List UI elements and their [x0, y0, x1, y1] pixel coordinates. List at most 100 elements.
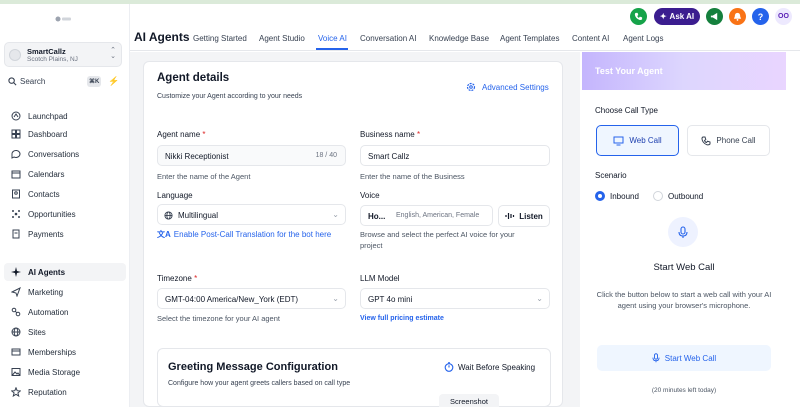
sidebar-item-memberships[interactable]: Memberships — [4, 343, 126, 361]
account-name: SmartCallz — [27, 47, 66, 56]
tab-agent-studio[interactable]: Agent Studio — [259, 34, 305, 43]
megaphone-icon — [710, 12, 718, 21]
listen-button[interactable]: Listen — [498, 205, 550, 227]
agent-name-field[interactable]: Nikki Receptionist 18 / 40 — [157, 145, 346, 166]
microphone-icon — [678, 225, 688, 238]
sidebar-item-automation[interactable]: Automation — [4, 303, 126, 321]
microphone-badge — [668, 217, 698, 247]
business-name-label: Business name * — [360, 130, 421, 139]
active-tab-indicator — [316, 48, 348, 50]
sidebar-item-reputation[interactable]: Reputation — [4, 383, 126, 401]
contacts-icon — [9, 189, 23, 199]
chevron-down-icon: ⌄ — [536, 294, 543, 303]
voice-hint-line-1: Browse and select the perfect AI voice f… — [360, 230, 515, 239]
sidebar-item-label: Contacts — [28, 189, 60, 199]
inbound-radio[interactable]: Inbound — [595, 191, 639, 201]
chevron-updown-icon: ⌃ ⌄ — [110, 47, 116, 60]
sidebar-item-payments[interactable]: Payments — [4, 225, 126, 243]
image-icon — [9, 367, 23, 377]
timezone-select[interactable]: GMT-04:00 America/New_York (EDT) ⌄ — [157, 288, 346, 309]
agent-details-subtitle: Customize your Agent according to your n… — [157, 93, 303, 100]
phone-icon — [701, 136, 711, 145]
tab-agent-logs[interactable]: Agent Logs — [623, 34, 663, 43]
help-icon: ? — [757, 11, 764, 22]
opportunities-icon — [9, 209, 23, 219]
listen-label: Listen — [519, 211, 543, 221]
minutes-remaining: (20 minutes left today) — [651, 387, 717, 394]
sidebar-item-launchpad[interactable]: Launchpad — [4, 107, 126, 125]
account-switcher[interactable]: SmartCallz Scotch Plains, NJ ⌃ ⌄ — [4, 42, 122, 67]
sidebar-item-label: Calendars — [28, 169, 65, 179]
voice-hint-line-2: project — [360, 241, 383, 250]
search-icon — [8, 77, 17, 86]
sidebar-item-opportunities[interactable]: Opportunities — [4, 205, 126, 223]
advanced-settings-label: Advanced Settings — [482, 82, 549, 92]
sidebar-item-label: Memberships — [28, 347, 77, 357]
tab-getting-started[interactable]: Getting Started — [193, 34, 247, 43]
start-web-call-description: Click the button below to start a web ca… — [596, 290, 772, 310]
advanced-settings-link[interactable]: Advanced Settings — [466, 82, 549, 92]
post-call-translation-link[interactable]: 文A Enable Post-Call Translation for the … — [157, 229, 331, 240]
sidebar-item-marketing[interactable]: Marketing — [4, 283, 126, 301]
calendar-icon — [9, 169, 23, 179]
timezone-value: GMT-04:00 America/New_York (EDT) — [165, 295, 299, 304]
top-tabs: AI Agents Getting Started Agent Studio V… — [130, 25, 800, 51]
sidebar-item-sites[interactable]: Sites — [4, 323, 126, 341]
search-shortcut: ⌘K — [87, 76, 102, 87]
agent-name-label: Agent name * — [157, 130, 206, 139]
business-name-hint: Enter the name of the Business — [360, 172, 465, 181]
phone-call-option[interactable]: Phone Call — [687, 125, 770, 156]
sidebar-item-ai-agents[interactable]: AI Agents — [4, 263, 126, 281]
radio-selected-icon — [595, 191, 605, 201]
help-button[interactable]: ? — [752, 8, 769, 25]
wait-before-speaking-toggle[interactable]: Wait Before Speaking — [444, 362, 535, 372]
tab-knowledge-base[interactable]: Knowledge Base — [429, 34, 489, 43]
sparkle-icon: ✦ — [659, 12, 667, 21]
sidebar-item-label: Reputation — [28, 387, 67, 397]
screenshot-tab[interactable]: Screenshot — [439, 394, 499, 407]
ask-ai-button[interactable]: ✦ Ask AI — [654, 8, 700, 25]
timezone-label: Timezone * — [157, 274, 198, 283]
sidebar-item-calendars[interactable]: Calendars — [4, 165, 126, 183]
phone-button[interactable] — [630, 8, 647, 25]
web-call-label: Web Call — [629, 136, 662, 145]
timezone-hint: Select the timezone for your AI agent — [157, 314, 280, 323]
tab-voice-ai[interactable]: Voice AI — [318, 34, 347, 43]
llm-model-select[interactable]: GPT 4o mini ⌄ — [360, 288, 550, 309]
agent-name-hint: Enter the name of the Agent — [157, 172, 251, 181]
translate-icon: 文A — [157, 230, 171, 239]
voice-select[interactable]: Ho... English, American, Female — [360, 205, 493, 226]
globe-icon — [9, 327, 23, 337]
chevron-down-icon: ⌄ — [332, 210, 339, 219]
avatar-initials: OO — [778, 13, 789, 20]
tab-agent-templates[interactable]: Agent Templates — [500, 34, 559, 43]
llm-model-label: LLM Model — [360, 274, 400, 283]
sidebar-item-dashboard[interactable]: Dashboard — [4, 125, 126, 143]
sidebar-item-contacts[interactable]: Contacts — [4, 185, 126, 203]
sidebar-item-label: Payments — [28, 229, 64, 239]
phone-call-label: Phone Call — [716, 136, 756, 145]
outbound-radio[interactable]: Outbound — [653, 191, 703, 201]
sidebar-item-label: Launchpad — [28, 111, 68, 121]
sidebar-item-media-storage[interactable]: Media Storage — [4, 363, 126, 381]
tab-conversation-ai[interactable]: Conversation AI — [360, 34, 416, 43]
language-value: Multilingual — [178, 211, 219, 220]
notifications-button[interactable] — [729, 8, 746, 25]
web-call-option[interactable]: Web Call — [596, 125, 679, 156]
sidebar-search[interactable]: Search ⌘K ⚡ — [4, 73, 122, 91]
search-label: Search — [20, 77, 46, 86]
agent-name-value: Nikki Receptionist — [165, 152, 229, 161]
user-avatar[interactable]: OO — [775, 8, 792, 25]
start-web-call-button[interactable]: Start Web Call — [597, 345, 771, 371]
megaphone-button[interactable] — [706, 8, 723, 25]
lightning-icon[interactable]: ⚡ — [108, 75, 120, 87]
pricing-estimate-link[interactable]: View full pricing estimate — [360, 315, 444, 322]
star-icon — [9, 387, 23, 397]
page-title: AI Agents — [134, 30, 190, 44]
sidebar-item-label: AI Agents — [28, 267, 66, 277]
sidebar-item-conversations[interactable]: Conversations — [4, 145, 126, 163]
language-select[interactable]: Multilingual ⌄ — [157, 204, 346, 225]
tab-content-ai[interactable]: Content AI — [572, 34, 609, 43]
logo — [54, 13, 72, 25]
business-name-field[interactable]: Smart Callz — [360, 145, 550, 166]
